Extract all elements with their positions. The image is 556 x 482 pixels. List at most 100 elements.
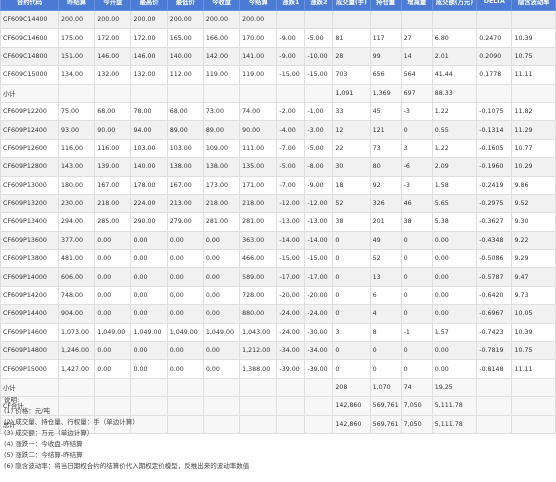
table-cell: 9.86	[511, 175, 556, 195]
table-cell: 94.00	[130, 120, 168, 140]
table-cell: 0.00	[94, 304, 132, 324]
row-label-cell: CF609C14600	[0, 28, 59, 48]
table-cell: 0.00	[431, 304, 478, 324]
table-cell: 9.30	[511, 212, 556, 232]
row-label-cell: CF609P12600	[0, 138, 59, 159]
table-cell: 748.00	[57, 285, 96, 306]
table-cell: 0.00	[202, 285, 241, 306]
column-header: 成交额(万元)	[431, 0, 478, 11]
table-cell: 111.00	[239, 138, 278, 159]
table-cell: 1,043.00	[239, 322, 278, 343]
table-cell: -20.00	[276, 285, 306, 306]
table-row: CF609C15000 134.00 132.00 132.00 112.00 119.0…	[0, 65, 556, 85]
table-cell: -4.00	[276, 120, 306, 140]
table-cell: 466.00	[239, 249, 278, 269]
table-cell: 80	[369, 157, 402, 177]
table-cell	[276, 414, 306, 434]
table-cell: 103.00	[166, 138, 204, 159]
table-cell: 10.39	[511, 28, 556, 48]
table-cell: 904.00	[57, 304, 96, 324]
table-cell: 8	[369, 322, 402, 343]
table-cell: 0.00	[431, 341, 478, 361]
table-cell: 173.00	[202, 175, 241, 195]
note-line: (3) 成交额：万元（单边计算）	[4, 429, 94, 437]
note-line: (5) 涨跌二：今结算-昨结算	[4, 451, 83, 459]
table-cell	[57, 83, 96, 103]
table-cell	[276, 396, 306, 416]
table-cell: 146.00	[94, 46, 132, 67]
table-cell: 167.00	[166, 175, 204, 195]
table-cell: 143.00	[57, 157, 96, 177]
table-row: CF609P14600 1,073.00 1,049.00 1,049.00 1,049…	[0, 322, 556, 343]
table-cell: -12.00	[276, 193, 306, 214]
table-cell: 28	[332, 46, 371, 67]
row-label-cell: CF609P13800	[0, 249, 59, 269]
table-cell: 38	[332, 212, 371, 232]
table-row: CF609P14800 1,246.00 0.00 0.00 0.00 0.00 1,212…	[0, 341, 556, 361]
table-cell: 200.00	[166, 9, 204, 30]
column-header: 昨结算	[57, 0, 96, 11]
table-cell: 0.2090	[476, 46, 513, 67]
table-cell: 880.00	[239, 304, 278, 324]
table-cell: 14	[400, 46, 433, 67]
summary-row: 小计 208 1,070 74 19.25	[0, 377, 556, 398]
row-label-cell: CF609C15000	[0, 65, 59, 85]
table-row: CF609P12600 116.00 116.00 103.00 103.00 109.0…	[0, 138, 556, 159]
table-cell: 139.00	[94, 157, 132, 177]
table-cell	[304, 396, 334, 416]
table-cell: 0	[332, 304, 371, 324]
table-cell: 1.22	[431, 101, 478, 122]
table-cell: 0.55	[431, 120, 478, 140]
table-cell: 9.29	[511, 249, 556, 269]
table-cell: -15.00	[304, 65, 334, 85]
table-cell: -39.00	[304, 359, 334, 379]
table-cell: -1	[400, 322, 433, 343]
report-page: 合约代码 昨结算 今开盘 最高价 最低价 今收盘 今结算 涨跌1 涨跌2 成交量(手) 持仓量 增减量…	[0, 0, 556, 482]
notes-lines: (1) 价格：元/吨 (2) 成交量、持仓量、行权量：手（单边计算） (3) 成交额…	[4, 406, 249, 472]
table-cell: 589.00	[239, 267, 278, 287]
table-cell: 22	[332, 138, 371, 159]
table-row: CF609P14200 748.00 0.00 0.00 0.00 0.00 728.00-…	[0, 285, 556, 306]
table-row: CF609P14400 904.00 0.00 0.00 0.00 0.00 880.00-…	[0, 304, 556, 324]
table-cell: 138.00	[202, 157, 241, 177]
table-cell: -17.00	[276, 267, 306, 287]
table-cell: 0.00	[130, 249, 168, 269]
table-cell: 0.00	[94, 341, 132, 361]
table-cell: 99	[369, 46, 402, 67]
table-cell	[166, 377, 204, 398]
table-cell: 200.00	[94, 9, 132, 30]
notes-section: 说明: (1) 价格：元/吨 (2) 成交量、持仓量、行权量：手（单边计算） (3)…	[4, 395, 249, 472]
table-cell	[332, 9, 371, 30]
table-cell: 11.29	[511, 120, 556, 140]
table-cell: 0.00	[166, 267, 204, 287]
table-cell: 0	[400, 285, 433, 306]
table-cell: 90.00	[94, 120, 132, 140]
table-cell	[476, 396, 513, 416]
table-cell: 0.00	[431, 249, 478, 269]
column-header: 今开盘	[94, 0, 132, 11]
table-header-row: 合约代码 昨结算 今开盘 最高价 最低价 今收盘 今结算 涨跌1 涨跌2 成交量(手) 持仓量 增减量…	[0, 0, 556, 11]
table-cell: -30.00	[304, 322, 334, 343]
table-cell: 1.57	[431, 322, 478, 343]
table-cell: 19.25	[431, 377, 478, 398]
column-header: 今结算	[239, 0, 278, 11]
table-cell	[130, 83, 168, 103]
table-cell: 78.00	[130, 101, 168, 122]
table-cell: 1,073.00	[57, 322, 96, 343]
table-cell: -15.00	[276, 65, 306, 85]
table-cell: 11.11	[511, 359, 556, 379]
table-cell: 0.00	[166, 249, 204, 269]
table-cell	[511, 83, 556, 103]
table-cell: 74	[400, 377, 433, 398]
table-cell	[476, 83, 513, 103]
column-header: 持仓量	[369, 0, 402, 11]
table-cell	[239, 377, 278, 398]
table-cell: 200.00	[130, 9, 168, 30]
table-cell: -6	[400, 157, 433, 177]
table-cell: 74.00	[239, 101, 278, 122]
table-cell: 0.00	[130, 341, 168, 361]
table-cell: 170.00	[239, 28, 278, 48]
table-row: CF609P14000 606.00 0.00 0.00 0.00 0.00 589.00-…	[0, 267, 556, 287]
table-cell: 697	[400, 83, 433, 103]
table-cell	[57, 377, 96, 398]
